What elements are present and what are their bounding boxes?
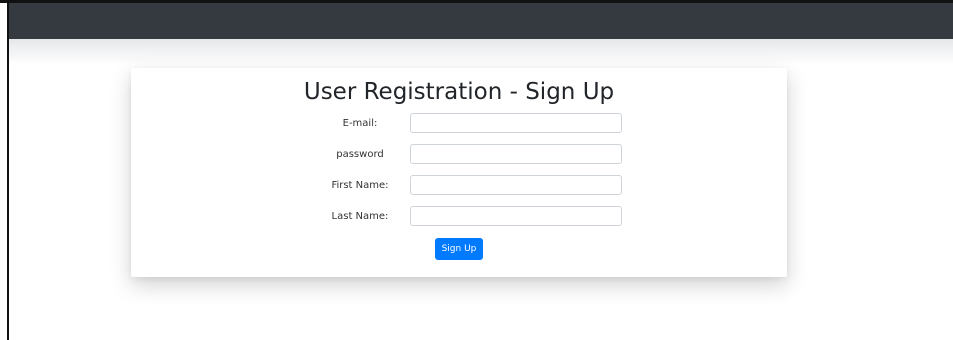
registration-card: User Registration - Sign Up E-mail: pass… bbox=[131, 68, 787, 277]
first-name-input[interactable] bbox=[410, 175, 622, 195]
browser-viewport: User Registration - Sign Up E-mail: pass… bbox=[0, 0, 953, 340]
email-input[interactable] bbox=[410, 113, 622, 133]
last-name-label: Last Name: bbox=[331, 211, 389, 222]
top-navbar bbox=[9, 3, 953, 39]
email-label: E-mail: bbox=[342, 118, 378, 129]
first-name-label: First Name: bbox=[331, 180, 389, 191]
password-input[interactable] bbox=[410, 144, 622, 164]
last-name-input[interactable] bbox=[410, 206, 622, 226]
sign-up-button[interactable]: Sign Up bbox=[435, 238, 483, 260]
page-title: User Registration - Sign Up bbox=[303, 79, 615, 105]
password-label: password bbox=[336, 149, 384, 160]
navbar-shadow bbox=[9, 39, 953, 65]
